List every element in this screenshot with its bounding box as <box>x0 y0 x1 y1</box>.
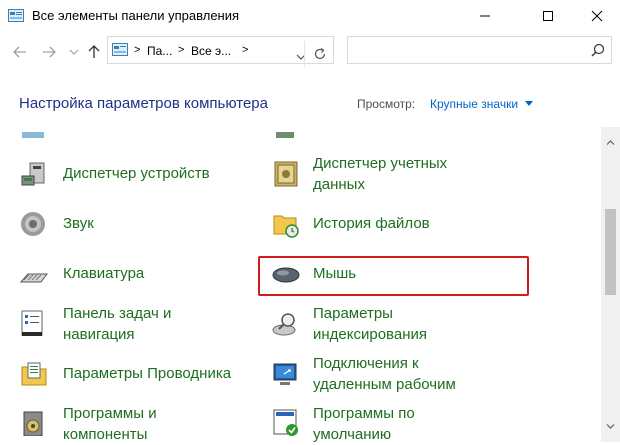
chevron-down-icon[interactable] <box>525 101 533 106</box>
navigation-bar: > Па... > Все э... > <box>0 32 620 72</box>
page-title: Настройка параметров компьютера <box>19 95 268 112</box>
item-label[interactable]: Программы и <box>63 403 157 424</box>
item-label[interactable]: Звук <box>63 213 94 234</box>
item-label[interactable]: Программы по <box>313 403 415 424</box>
window-title: Все элементы панели управления <box>32 8 240 23</box>
item-label[interactable]: Параметры <box>313 303 393 324</box>
explorer-options-icon <box>20 360 48 388</box>
arrow-up-icon <box>88 45 100 58</box>
refresh-icon <box>314 48 325 60</box>
breadcrumb-separator[interactable]: > <box>242 44 248 56</box>
item-label-line2[interactable]: индексирования <box>313 324 427 345</box>
item-label[interactable]: Подключения к <box>313 353 419 374</box>
item-label[interactable]: Клавиатура <box>63 263 144 284</box>
taskbar-icon <box>20 310 48 338</box>
arrow-left-icon <box>13 46 26 58</box>
item-label[interactable]: История файлов <box>313 213 430 234</box>
chevron-down-icon <box>69 49 79 55</box>
arrow-right-icon <box>43 46 56 58</box>
maximize-button[interactable] <box>525 0 571 32</box>
scroll-thumb[interactable] <box>605 209 616 295</box>
default-programs-icon <box>272 408 300 436</box>
refresh-button[interactable] <box>304 41 334 67</box>
chevron-up-icon <box>606 139 615 145</box>
recent-dropdown-button[interactable] <box>64 42 84 62</box>
item-label[interactable]: Диспетчер учетных <box>313 153 447 174</box>
speaker-icon <box>20 210 48 238</box>
view-by-dropdown[interactable]: Крупные значки <box>430 97 518 111</box>
close-button[interactable] <box>574 0 620 32</box>
highlight-frame <box>258 256 529 296</box>
breadcrumb-control-panel[interactable]: Па... <box>147 44 172 58</box>
credential-manager-icon <box>272 160 300 188</box>
file-history-icon <box>272 210 300 238</box>
remote-desktop-icon <box>272 360 300 388</box>
search-input[interactable] <box>347 36 612 64</box>
breadcrumb-separator[interactable]: > <box>178 44 184 56</box>
keyboard-icon <box>19 262 48 290</box>
item-label-line2[interactable]: навигация <box>63 324 135 345</box>
breadcrumb-separator[interactable]: > <box>134 44 140 56</box>
device-manager-icon <box>20 160 48 188</box>
forward-button[interactable] <box>39 42 59 62</box>
address-bar[interactable]: > Па... > Все э... > <box>107 36 334 67</box>
control-panel-icon <box>112 43 128 61</box>
item-label[interactable]: Панель задач и <box>63 303 171 324</box>
item-label-line2[interactable]: данных <box>313 174 365 195</box>
item-label-line2[interactable]: удаленным рабочим <box>313 374 456 395</box>
scroll-down-button[interactable] <box>601 419 620 433</box>
scroll-up-button[interactable] <box>601 135 620 149</box>
partial-item-icon <box>272 127 298 145</box>
minimize-button[interactable] <box>462 0 508 32</box>
title-bar: Все элементы панели управления <box>0 0 620 32</box>
chevron-down-icon <box>606 423 615 429</box>
search-icon[interactable] <box>591 43 605 57</box>
up-button[interactable] <box>84 42 104 62</box>
control-panel-icon <box>8 9 24 22</box>
indexing-icon <box>272 310 300 338</box>
back-button[interactable] <box>10 42 30 62</box>
vertical-scrollbar[interactable] <box>601 127 620 442</box>
view-by-label: Просмотр: <box>357 97 416 111</box>
programs-icon <box>20 408 48 437</box>
breadcrumb-all-items[interactable]: Все э... <box>191 44 231 58</box>
partial-item-icon <box>20 127 46 145</box>
item-label[interactable]: Диспетчер устройств <box>63 163 210 184</box>
item-label[interactable]: Параметры Проводника <box>63 363 231 384</box>
